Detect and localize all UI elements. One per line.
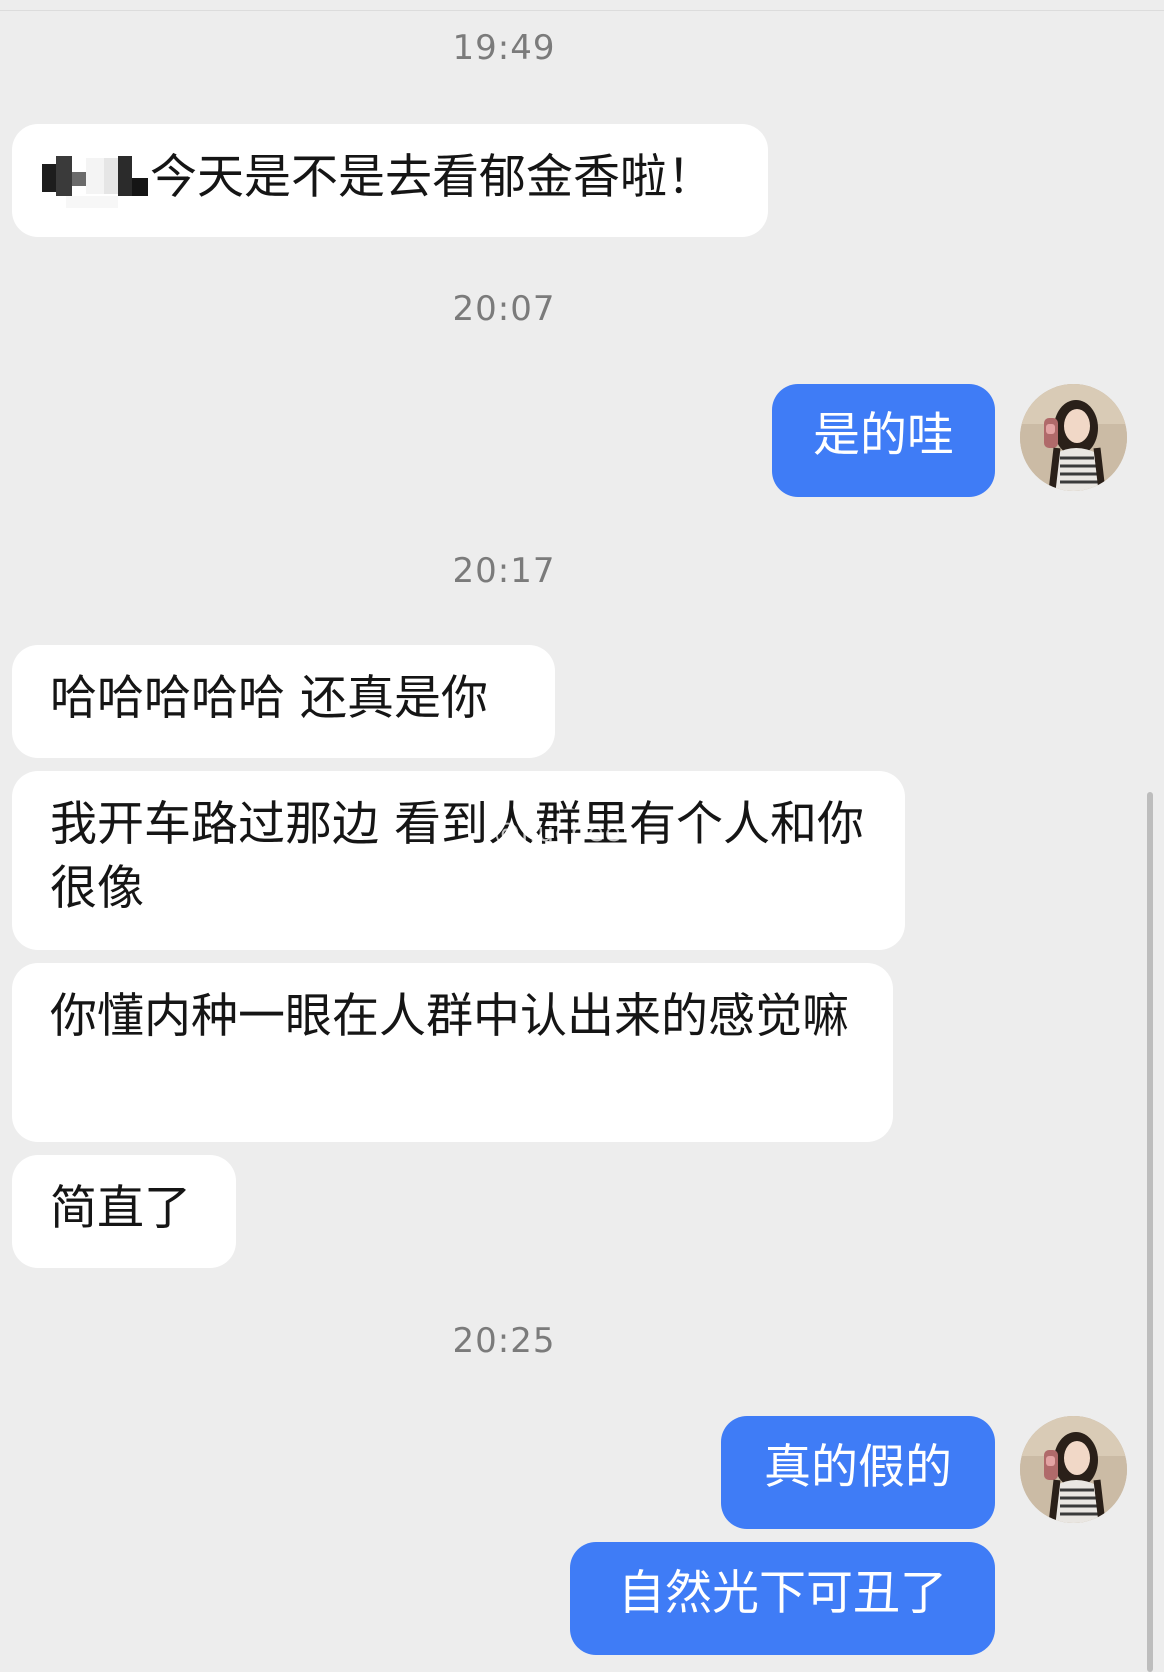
user-avatar-icon[interactable] (1020, 384, 1127, 491)
message-bubble-incoming[interactable]: 我开车路过那边 看到人群里有个人和你很像 (12, 771, 905, 950)
top-divider (0, 10, 1164, 11)
message-bubble-incoming[interactable]: 哈哈哈哈哈 还真是你 (12, 645, 555, 758)
user-avatar-icon[interactable] (1020, 1416, 1127, 1523)
message-bubble-incoming[interactable]: 你懂内种一眼在人群中认出来的感觉嘛 (12, 963, 893, 1142)
message-text: 简直了 (50, 1181, 191, 1236)
message-bubble-incoming[interactable]: 今天是不是去看郁金香啦！ (12, 124, 768, 237)
timestamp: 20:07 (452, 289, 556, 329)
redacted-name-mosaic (42, 146, 150, 210)
avatar-image (1020, 384, 1127, 491)
message-text: 今天是不是去看郁金香啦！ (150, 150, 714, 205)
timestamp: 20:25 (452, 1321, 556, 1361)
message-bubble-incoming[interactable]: 简直了 (12, 1155, 236, 1268)
message-text: 是的哇 (813, 408, 954, 463)
scrollbar[interactable] (1147, 792, 1153, 1672)
watermark-text: @liuchee (494, 818, 622, 848)
timestamp: 19:49 (452, 28, 556, 68)
message-text: 真的假的 (764, 1440, 952, 1495)
avatar-image (1020, 1416, 1127, 1523)
message-text: 自然光下可丑了 (618, 1566, 947, 1621)
message-text: 哈哈哈哈哈 还真是你 (50, 671, 488, 726)
message-text: 我开车路过那边 看到人群里有个人和你很像 (50, 797, 864, 916)
message-text: 你懂内种一眼在人群中认出来的感觉嘛 (50, 989, 849, 1044)
message-bubble-outgoing[interactable]: 自然光下可丑了 (570, 1542, 995, 1655)
message-bubble-outgoing[interactable]: 是的哇 (772, 384, 995, 497)
message-bubble-outgoing[interactable]: 真的假的 (721, 1416, 995, 1529)
timestamp: 20:17 (452, 551, 556, 591)
